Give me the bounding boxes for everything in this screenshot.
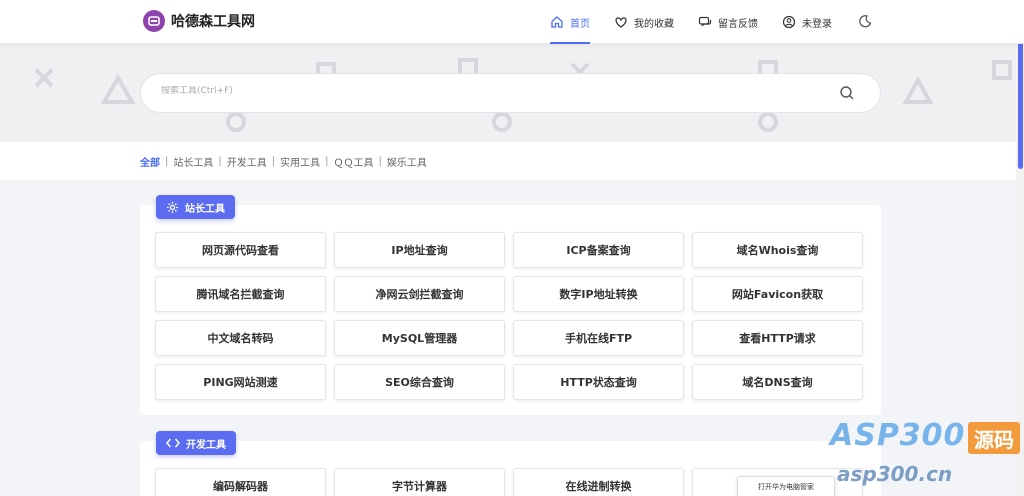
category-separator: | [378,156,382,167]
tool-card[interactable]: 域名Whois查询 [692,232,863,268]
tool-card[interactable]: HTTP状态查询 [513,364,684,400]
tool-card[interactable]: 网页源代码查看 [155,232,326,268]
tool-card[interactable]: PING网站测速 [155,364,326,400]
category-separator: | [165,156,169,167]
tool-card[interactable]: 编码解码器 [155,468,326,496]
tool-card[interactable]: 域名DNS查询 [692,364,863,400]
tool-grid: 网页源代码查看 IP地址查询 ICP备案查询 域名Whois查询 腾讯域名拦截查… [155,232,863,400]
nav-login-label: 未登录 [802,18,832,30]
category-separator: | [325,156,329,167]
heart-icon [615,17,627,28]
gear-icon [166,201,179,213]
nav-favorites[interactable]: 我的收藏 [614,0,674,44]
search-input[interactable] [161,86,801,96]
hero-banner [0,44,1024,142]
brand[interactable]: 哈德森工具网 [143,10,255,32]
tool-card[interactable]: SEO综合查询 [334,364,505,400]
nav-favorites-label: 我的收藏 [634,18,674,30]
site-title: 哈德森工具网 [171,14,255,30]
nav-feedback-label: 留言反馈 [718,18,758,30]
category-bar: 全部 | 站长工具 | 开发工具 | 实用工具 | ＱＱ工具 | 娱乐工具 [0,142,1024,180]
search-icon[interactable] [839,85,855,101]
category-utility[interactable]: 实用工具 [280,154,320,169]
tool-card[interactable]: 在线进制转换 [513,468,684,496]
tool-card[interactable]: ICP备案查询 [513,232,684,268]
nav-home[interactable]: 首页 [550,0,590,44]
code-icon [166,438,180,448]
nav-home-label: 首页 [570,18,590,30]
tool-card[interactable]: 手机在线FTP [513,320,684,356]
tool-card[interactable]: 腾讯域名拦截查询 [155,276,326,312]
nav-login[interactable]: 未登录 [782,0,832,44]
message-icon [698,16,712,27]
section-title-tag: 站长工具 [156,195,235,219]
system-popup[interactable]: 打开华为电脑管家 [737,476,835,496]
tool-card[interactable]: 中文域名转码 [155,320,326,356]
tool-card[interactable]: 数字IP地址转换 [513,276,684,312]
top-navbar: 哈德森工具网 首页 我的收藏 留言反馈 未登录 [0,0,1024,44]
watermark-logo: ASP300 [830,418,966,453]
tool-card[interactable]: MySQL管理器 [334,320,505,356]
main-nav: 首页 我的收藏 留言反馈 未登录 [550,0,856,44]
section-title: 开发工具 [186,439,226,451]
home-icon [551,16,563,28]
nav-feedback[interactable]: 留言反馈 [698,0,758,44]
tool-card[interactable]: 查看HTTP请求 [692,320,863,356]
tool-card[interactable]: 网站Favicon获取 [692,276,863,312]
section-webmaster-tools: 站长工具 网页源代码查看 IP地址查询 ICP备案查询 域名Whois查询 腾讯… [140,195,881,415]
category-dev[interactable]: 开发工具 [227,154,267,169]
category-fun[interactable]: 娱乐工具 [387,154,427,169]
category-qq[interactable]: ＱＱ工具 [334,154,374,169]
logo-icon [143,10,165,32]
category-all[interactable]: 全部 [140,154,160,169]
category-webmaster[interactable]: 站长工具 [173,154,213,169]
tool-card[interactable]: IP地址查询 [334,232,505,268]
section-title: 站长工具 [185,203,225,215]
category-separator: | [218,156,222,167]
category-list: 全部 | 站长工具 | 开发工具 | 实用工具 | ＱＱ工具 | 娱乐工具 [140,154,427,169]
watermark-url: asp300.cn [837,462,953,486]
search-bar [140,73,881,113]
category-separator: | [271,156,276,167]
moon-icon[interactable] [858,14,872,28]
watermark-badge: 源码 [968,422,1020,454]
tool-card[interactable]: 净网云剑拦截查询 [334,276,505,312]
section-title-tag: 开发工具 [156,431,236,455]
tool-card[interactable]: 字节计算器 [334,468,505,496]
user-icon [782,15,796,29]
